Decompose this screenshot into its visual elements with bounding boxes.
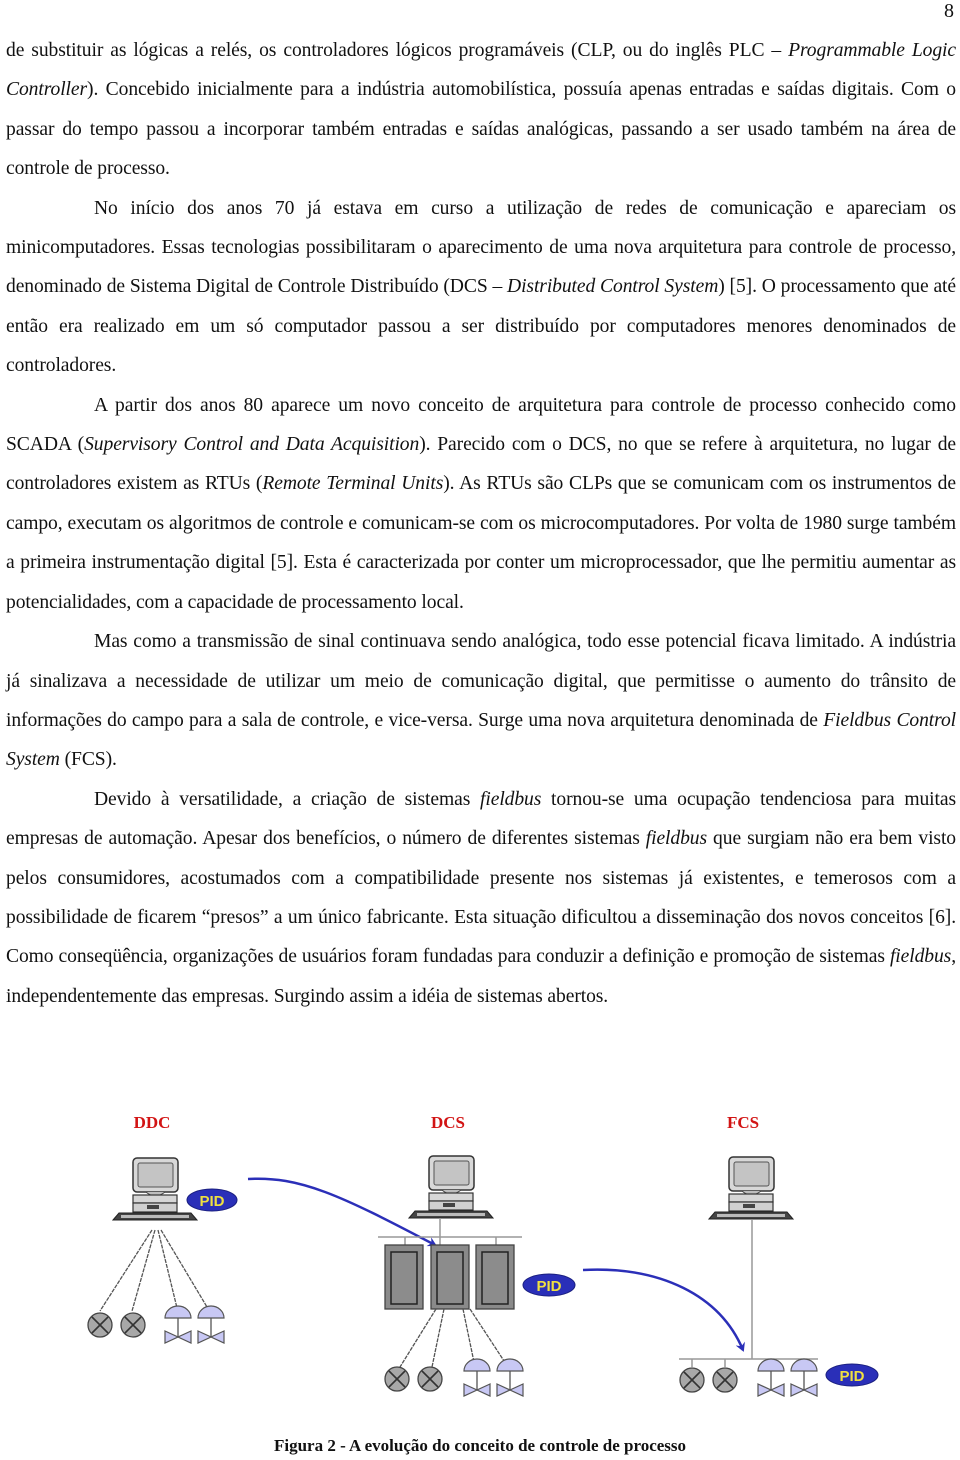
controller-cabinet-icon [384, 1244, 424, 1310]
sensor-transmitter-icon [417, 1366, 443, 1392]
body-text: de substituir as lógicas a relés, os con… [6, 31, 956, 1016]
page-number: 8 [944, 0, 954, 22]
text-run: ). Concebido inicialmente para a indústr… [6, 79, 956, 180]
fieldbus-network [679, 1220, 818, 1367]
control-valve-icon [164, 1305, 192, 1344]
italic-term: fieldbus [645, 828, 708, 850]
controller-cabinet-icon [475, 1244, 515, 1310]
figure-process-control-evolution: DDC DCS FCS PID PID PID [60, 1100, 960, 1430]
control-valve-icon [463, 1358, 491, 1397]
sensor-transmitter-icon [384, 1366, 410, 1392]
control-valve-icon [790, 1358, 818, 1397]
controller-cabinet-icon [430, 1244, 470, 1310]
text-run: de substituir as lógicas a relés, os con… [6, 40, 789, 61]
stage-label-dcs: DCS [431, 1113, 465, 1132]
control-valve-icon [197, 1305, 225, 1344]
stage-label-ddc: DDC [134, 1113, 171, 1132]
ddc-wiring [99, 1229, 211, 1313]
italic-term: Supervisory Control and Data Acquisition [84, 434, 420, 456]
computer-workstation-icon [708, 1156, 794, 1220]
paragraph-5: Devido à versatilidade, a criação de sis… [6, 780, 956, 1016]
transition-arrow-icon [582, 1268, 745, 1352]
sensor-transmitter-icon [679, 1367, 705, 1393]
paragraph-1: de substituir as lógicas a relés, os con… [6, 31, 956, 189]
figure-caption: Figura 2 - A evolução do conceito de con… [273, 1436, 687, 1455]
stage-label-fcs: FCS [727, 1113, 759, 1132]
pid-badge-dcs: PID [522, 1273, 576, 1297]
computer-workstation-icon [408, 1155, 494, 1219]
italic-term: Remote Terminal Units [262, 473, 444, 495]
sensor-transmitter-icon [712, 1367, 738, 1393]
controller-network-bus [378, 1218, 522, 1245]
paragraph-3: A partir dos anos 80 aparece um novo con… [6, 386, 956, 622]
text-run: Devido à versatilidade, a criação de sis… [94, 788, 481, 810]
control-valve-icon [496, 1358, 524, 1397]
text-run: Mas como a transmissão de sinal continua… [6, 631, 956, 731]
pid-badge-label: PID [839, 1368, 864, 1385]
italic-term: fieldbus [480, 788, 542, 810]
control-valve-icon [757, 1358, 785, 1397]
pid-badge-label: PID [536, 1278, 561, 1295]
text-run: (FCS). [59, 749, 117, 771]
paragraph-2: No início dos anos 70 já estava em curso… [6, 189, 956, 386]
figure-diagram: DDC DCS FCS PID PID PID [87, 1113, 879, 1397]
sensor-transmitter-icon [87, 1312, 113, 1338]
italic-term: Distributed Control System [507, 276, 719, 298]
transition-arrow-icon [247, 1177, 437, 1247]
italic-term: fieldbus [889, 946, 952, 968]
dcs-wiring [399, 1308, 509, 1368]
sensor-transmitter-icon [120, 1312, 146, 1338]
pid-badge-fcs: PID [825, 1363, 879, 1387]
pid-badge-ddc: PID [186, 1188, 238, 1212]
paragraph-4: Mas como a transmissão de sinal continua… [6, 622, 956, 780]
pid-badge-label: PID [199, 1193, 224, 1210]
computer-workstation-icon [112, 1157, 198, 1221]
